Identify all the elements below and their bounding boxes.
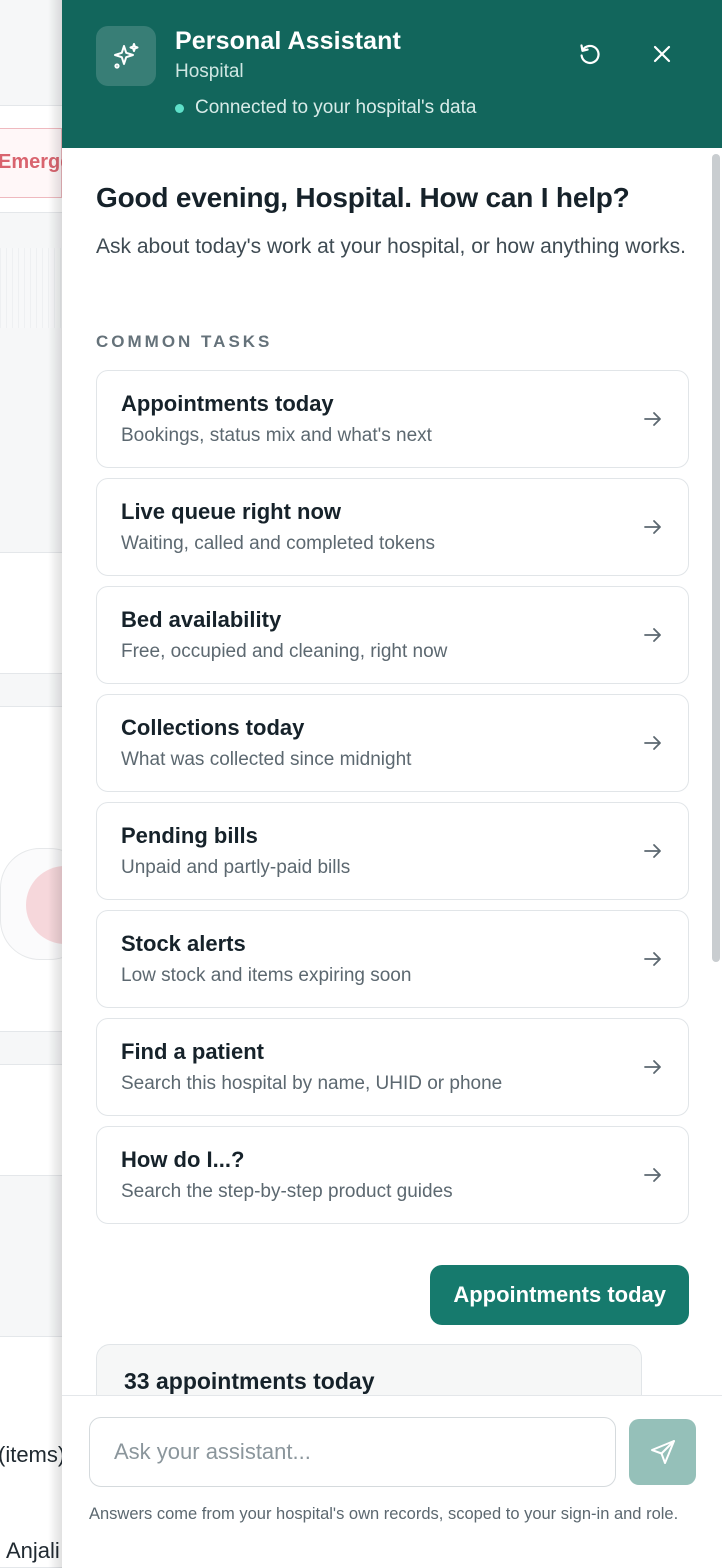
intro-text: Ask about today's work at your hospital,… [96, 235, 686, 258]
task-title: How do I...? [121, 1147, 245, 1172]
task-description: What was collected since midnight [121, 749, 412, 770]
send-icon [650, 1440, 675, 1464]
user-message-bubble: Appointments today [430, 1265, 689, 1325]
task-how-do-i[interactable]: How do I...? Search the step-by-step pro… [96, 1126, 689, 1224]
reset-conversation-button[interactable] [572, 36, 608, 72]
task-title: Live queue right now [121, 499, 342, 524]
background-page: Emergency (items) 3.8 Anjali [0, 0, 62, 1568]
message-input[interactable] [89, 1417, 616, 1487]
arrow-right-icon [644, 1060, 661, 1074]
assistant-reply-card: 33 appointments today [96, 1344, 642, 1395]
connection-status: Connected to your hospital's data [175, 97, 476, 119]
task-description: Bookings, status mix and what's next [121, 425, 432, 446]
task-title: Appointments today [121, 391, 334, 416]
drawer-header: Personal Assistant Hospital Connected to… [62, 0, 722, 148]
close-icon [653, 45, 671, 63]
greeting-heading: Good evening, Hospital. How can I help? [96, 182, 630, 213]
arrow-right-icon [644, 628, 661, 642]
task-title: Stock alerts [121, 931, 246, 956]
assistant-subtitle: Hospital [175, 61, 244, 82]
status-dot-icon [175, 103, 184, 113]
composer: Answers come from your hospital's own re… [62, 1395, 722, 1568]
send-button[interactable] [629, 1419, 696, 1485]
task-stock-alerts[interactable]: Stock alerts Low stock and items expirin… [96, 910, 689, 1008]
task-collections-today[interactable]: Collections today What was collected sin… [96, 694, 689, 792]
task-appointments-today[interactable]: Appointments today Bookings, status mix … [96, 370, 689, 468]
task-description: Low stock and items expiring soon [121, 965, 412, 986]
task-description: Search the step-by-step product guides [121, 1181, 453, 1202]
arrow-right-icon [644, 1168, 661, 1182]
connection-status-text: Connected to your hospital's data [195, 97, 477, 118]
assistant-title: Personal Assistant [175, 27, 401, 55]
common-tasks-label: COMMON TASKS [96, 332, 273, 351]
task-description: Search this hospital by name, UHID or ph… [121, 1073, 503, 1094]
task-live-queue[interactable]: Live queue right now Waiting, called and… [96, 478, 689, 576]
task-description: Unpaid and partly-paid bills [121, 857, 351, 878]
arrow-right-icon [644, 520, 661, 534]
task-bed-availability[interactable]: Bed availability Free, occupied and clea… [96, 586, 689, 684]
task-pending-bills[interactable]: Pending bills Unpaid and partly-paid bil… [96, 802, 689, 900]
scrollbar[interactable] [712, 154, 720, 962]
arrow-right-icon [644, 412, 661, 426]
task-title: Collections today [121, 715, 305, 740]
refresh-icon [580, 44, 600, 65]
task-description: Waiting, called and completed tokens [121, 533, 436, 554]
sparkles-icon [96, 26, 156, 86]
assistant-drawer: Personal Assistant Hospital Connected to… [62, 0, 722, 1568]
task-title: Bed availability [121, 607, 282, 632]
task-find-patient[interactable]: Find a patient Search this hospital by n… [96, 1018, 689, 1116]
task-description: Free, occupied and cleaning, right now [121, 641, 448, 662]
task-title: Pending bills [121, 823, 258, 848]
arrow-right-icon [644, 844, 661, 858]
disclaimer-text: Answers come from your hospital's own re… [89, 1505, 679, 1523]
close-button[interactable] [644, 36, 680, 72]
drawer-shadow [48, 0, 62, 1568]
conversation-area[interactable]: Good evening, Hospital. How can I help? … [62, 148, 722, 1395]
reply-title: 33 appointments today [124, 1368, 375, 1394]
task-title: Find a patient [121, 1039, 264, 1064]
arrow-right-icon [644, 736, 661, 750]
arrow-right-icon [644, 952, 661, 966]
